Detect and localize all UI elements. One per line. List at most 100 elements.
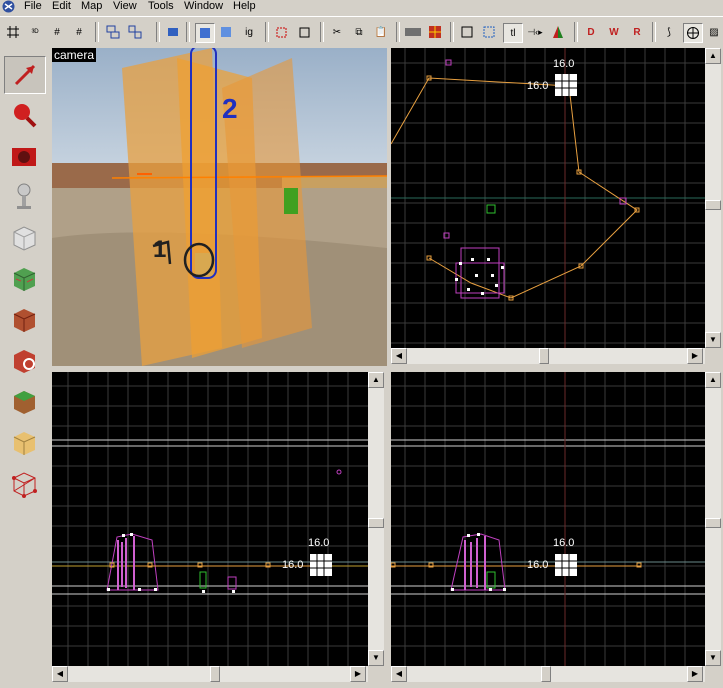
menu-file[interactable]: File xyxy=(24,0,42,12)
viewport-camera-label: camera xyxy=(52,48,97,62)
selection-box-icon[interactable] xyxy=(480,23,498,41)
magnify-icon xyxy=(14,104,37,128)
menu-edit[interactable]: Edit xyxy=(52,0,71,12)
grid-size-label-top: 16.0 xyxy=(308,537,330,549)
grid-size-label-top: 16.0 xyxy=(553,537,575,549)
side-2d-viewport[interactable]: 16.0 16.0 xyxy=(391,372,705,666)
ignore-groups-label: ig xyxy=(245,26,253,38)
texture-scale-lock-icon[interactable] xyxy=(217,23,235,41)
scroll-thumb[interactable] xyxy=(210,666,220,682)
scroll-left-icon[interactable]: ◀ xyxy=(391,666,407,682)
scroll-down-icon[interactable]: ▼ xyxy=(705,650,721,666)
front-view-vscroll[interactable]: ▲ ▼ xyxy=(368,372,384,666)
top-view-hscroll[interactable]: ◀ ▶ xyxy=(391,348,705,364)
scroll-thumb[interactable] xyxy=(705,200,721,210)
front-2d-viewport[interactable]: 16.0 16.0 xyxy=(52,372,368,666)
scroll-right-icon[interactable]: ▶ xyxy=(687,348,703,364)
texture-application-button[interactable] xyxy=(4,261,44,297)
app-logo-icon xyxy=(2,0,15,13)
display-radius-icon[interactable]: R xyxy=(628,23,646,41)
front-view-hscroll[interactable]: ◀ ▶ xyxy=(52,666,368,682)
clipping-tool-button[interactable] xyxy=(4,384,44,420)
texture-lock-icon[interactable] xyxy=(195,23,215,43)
ungroup-icon[interactable] xyxy=(126,23,144,41)
make-hollow-icon[interactable] xyxy=(296,23,314,41)
tool-sidebar xyxy=(0,48,50,688)
grid-size-label-left: 16.0 xyxy=(282,559,304,571)
camera-icon xyxy=(12,148,36,166)
larger-grid-icon[interactable]: # xyxy=(70,23,88,41)
group-icon[interactable] xyxy=(104,23,122,41)
pointer-arrow-icon xyxy=(14,64,36,86)
apply-overlays-button[interactable] xyxy=(4,343,44,379)
menu-view[interactable]: View xyxy=(113,0,137,12)
smaller-grid-icon[interactable]: # xyxy=(48,23,66,41)
scroll-up-icon[interactable]: ▲ xyxy=(705,48,721,64)
scroll-thumb[interactable] xyxy=(539,348,549,364)
side-view-vscroll[interactable]: ▲ ▼ xyxy=(705,372,721,666)
annotation-1: 1 xyxy=(153,236,167,263)
pointer-tool-button[interactable] xyxy=(4,56,46,94)
display-world-icon[interactable]: W xyxy=(605,23,623,41)
menu-window[interactable]: Window xyxy=(184,0,223,12)
scroll-left-icon[interactable]: ◀ xyxy=(391,348,407,364)
grid-toggle-icon[interactable] xyxy=(4,23,22,41)
toggle-texture-bar-icon[interactable] xyxy=(404,23,422,41)
scroll-thumb[interactable] xyxy=(368,518,384,528)
entity-tool-button[interactable] xyxy=(4,179,44,215)
apply-decals-button[interactable] xyxy=(4,302,44,338)
grid-size-label-left: 16.0 xyxy=(527,80,549,92)
camera-tool-button[interactable] xyxy=(4,138,44,174)
toggle-texture-icon[interactable] xyxy=(426,23,444,41)
scroll-right-icon[interactable]: ▶ xyxy=(687,666,703,682)
top-2d-viewport[interactable]: 16.0 16.0 xyxy=(391,48,705,348)
top-view-vscroll[interactable]: ▲ ▼ xyxy=(705,48,721,348)
side-view-hscroll[interactable]: ◀ ▶ xyxy=(391,666,705,682)
auto-align-icon[interactable]: ⊣‹▸ xyxy=(526,23,544,41)
entity-icon xyxy=(17,183,31,209)
vertex-manipulation-button[interactable] xyxy=(4,425,44,461)
selection-tool-icon[interactable] xyxy=(458,23,476,41)
toggle-helpers-icon[interactable]: ⟆ xyxy=(660,23,678,41)
ignore-groups-icon[interactable]: ig xyxy=(240,23,258,41)
menu-tools[interactable]: Tools xyxy=(148,0,174,12)
toggle-textures-3d-icon[interactable]: ▨ xyxy=(705,23,723,41)
camera-scene xyxy=(52,48,387,366)
cut-icon[interactable]: ✂ xyxy=(328,23,346,41)
wire-cube-icon xyxy=(12,472,37,498)
block-icon xyxy=(13,226,36,251)
carve-icon[interactable] xyxy=(273,23,291,41)
scroll-left-icon[interactable]: ◀ xyxy=(52,666,68,682)
scroll-right-icon[interactable]: ▶ xyxy=(350,666,366,682)
hide-selection-icon[interactable] xyxy=(164,23,182,41)
scroll-down-icon[interactable]: ▼ xyxy=(368,650,384,666)
transform-label-icon[interactable]: tl xyxy=(503,23,523,43)
menu-map[interactable]: Map xyxy=(81,0,102,12)
transform-label: tl xyxy=(510,27,516,39)
flip-icon[interactable] xyxy=(549,23,567,41)
display-entities-icon[interactable]: D xyxy=(582,23,600,41)
side-view-grid xyxy=(391,372,705,666)
menu-bar: File Edit Map View Tools Window Help xyxy=(0,0,723,13)
menu-help[interactable]: Help xyxy=(233,0,256,12)
top-view-grid xyxy=(391,48,705,348)
scroll-thumb[interactable] xyxy=(705,518,721,528)
3d-grid-icon[interactable]: ³ᴰ xyxy=(26,23,44,41)
scroll-up-icon[interactable]: ▲ xyxy=(368,372,384,388)
grid-size-label-left: 16.0 xyxy=(527,559,549,571)
annotation-2: 2 xyxy=(222,93,238,124)
magnify-tool-button[interactable] xyxy=(4,97,44,133)
camera-viewport[interactable]: camera 2 xyxy=(52,48,387,366)
scroll-up-icon[interactable]: ▲ xyxy=(705,372,721,388)
paste-icon[interactable]: 📋 xyxy=(372,23,390,41)
texture-cube-icon xyxy=(13,268,36,291)
block-tool-button[interactable] xyxy=(4,220,44,256)
overlay-cube-icon xyxy=(14,350,35,373)
front-view-grid xyxy=(52,372,368,666)
brick-cube-icon xyxy=(13,309,36,332)
scroll-down-icon[interactable]: ▼ xyxy=(705,332,721,348)
copy-icon[interactable]: ⧉ xyxy=(350,23,368,41)
toggle-models-icon[interactable] xyxy=(683,23,703,43)
path-tool-button[interactable] xyxy=(4,466,44,502)
scroll-thumb[interactable] xyxy=(541,666,551,682)
